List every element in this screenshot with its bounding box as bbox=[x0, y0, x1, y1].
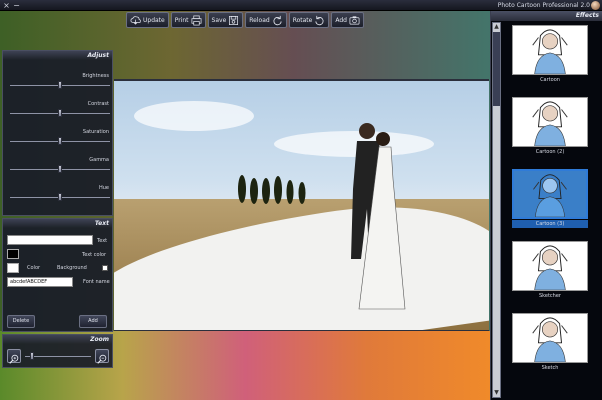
slider-label: Contrast bbox=[87, 101, 109, 107]
slider-contrast: Contrast bbox=[7, 101, 111, 121]
camera-icon bbox=[349, 15, 360, 25]
text-input[interactable] bbox=[7, 235, 93, 245]
minimize-window-button[interactable]: − bbox=[12, 1, 21, 10]
slider-label: Brightness bbox=[82, 73, 109, 79]
effect-thumbnail[interactable]: Cartoon (2) bbox=[512, 97, 588, 156]
slider-thumb[interactable] bbox=[58, 165, 62, 173]
add-text-button[interactable]: Add bbox=[79, 315, 107, 328]
scroll-up-icon[interactable]: ▲ bbox=[493, 23, 500, 31]
slider-track[interactable] bbox=[10, 165, 110, 173]
text-label: Text bbox=[97, 238, 108, 244]
app-window: × − Photo Cartoon Professional 2.0 Updat… bbox=[0, 0, 602, 400]
reload-button[interactable]: Reload bbox=[245, 12, 287, 28]
printer-icon bbox=[191, 15, 201, 25]
slider-thumb[interactable] bbox=[58, 193, 62, 201]
update-button[interactable]: Update bbox=[126, 12, 169, 28]
slider-thumb[interactable] bbox=[58, 137, 62, 145]
effect-thumbnail[interactable]: Sketch bbox=[512, 313, 588, 372]
adjust-panel: Adjust Brightness Contrast Saturation Gamma… bbox=[2, 50, 113, 216]
slider-gamma: Gamma bbox=[7, 157, 111, 177]
rotate-label: Rotate bbox=[292, 16, 313, 24]
add-label: Add bbox=[335, 16, 347, 24]
save-icon bbox=[229, 15, 239, 25]
slider-hue: Hue bbox=[7, 185, 111, 205]
delete-button[interactable]: Delete bbox=[7, 315, 35, 328]
app-title: Photo Cartoon Professional 2.0 bbox=[497, 2, 590, 9]
slider-label: Hue bbox=[98, 185, 109, 191]
slider-thumb[interactable] bbox=[58, 109, 62, 117]
trees bbox=[238, 175, 306, 204]
background-color-swatch[interactable] bbox=[7, 263, 19, 273]
print-label: Print bbox=[174, 16, 189, 24]
slider-brightness: Brightness bbox=[7, 73, 111, 93]
zoom-title: Zoom bbox=[3, 335, 112, 344]
reload-label: Reload bbox=[249, 16, 270, 24]
reload-icon bbox=[273, 15, 282, 25]
rotate-icon bbox=[315, 15, 324, 25]
effects-scrollbar[interactable]: ▲ ▼ bbox=[492, 22, 501, 398]
color-label: Color bbox=[27, 265, 41, 271]
background-label: Background bbox=[57, 265, 87, 271]
adjust-title: Adjust bbox=[3, 51, 112, 60]
slider-label: Saturation bbox=[82, 129, 109, 135]
cloud bbox=[134, 101, 254, 131]
slider-label: Gamma bbox=[89, 157, 109, 163]
effect-label: Cartoon bbox=[540, 77, 560, 83]
effect-preview-image bbox=[512, 97, 588, 147]
effect-preview-image bbox=[512, 313, 588, 363]
effect-label: Sketcher bbox=[539, 293, 561, 299]
slider-track[interactable] bbox=[10, 81, 110, 89]
close-window-button[interactable]: × bbox=[2, 1, 11, 10]
scroll-thumb[interactable] bbox=[493, 32, 500, 106]
font-name-label: Font name bbox=[83, 279, 110, 285]
effect-thumbnail[interactable]: Cartoon (3) bbox=[512, 169, 588, 228]
background-checkbox[interactable] bbox=[102, 265, 108, 271]
slider-thumb[interactable] bbox=[58, 81, 62, 89]
save-button[interactable]: Save bbox=[207, 12, 244, 28]
text-panel-title: Text bbox=[3, 219, 112, 228]
cloud-download-icon bbox=[130, 15, 141, 25]
effect-label: Cartoon (3) bbox=[512, 220, 588, 228]
slider-saturation: Saturation bbox=[7, 129, 111, 149]
font-name-field[interactable]: abcdefABCDEF bbox=[7, 277, 73, 287]
text-color-label: Text color bbox=[82, 252, 107, 258]
title-bar: × − Photo Cartoon Professional 2.0 bbox=[0, 0, 602, 11]
text-color-swatch[interactable] bbox=[7, 249, 19, 259]
scroll-down-icon[interactable]: ▼ bbox=[493, 389, 500, 397]
text-panel: Text Text Text color Color Background ab… bbox=[2, 218, 113, 332]
effect-thumbnail[interactable]: Sketcher bbox=[512, 241, 588, 300]
rotate-button[interactable]: Rotate bbox=[288, 12, 330, 28]
app-logo-icon bbox=[591, 1, 600, 10]
zoom-slider-thumb[interactable] bbox=[29, 352, 34, 360]
effect-preview-image bbox=[512, 241, 588, 291]
effect-label: Cartoon (2) bbox=[535, 149, 565, 155]
effect-thumbnail[interactable]: Cartoon bbox=[512, 25, 588, 84]
print-button[interactable]: Print bbox=[170, 12, 206, 28]
zoom-panel: Zoom bbox=[2, 334, 113, 368]
couple bbox=[351, 123, 406, 310]
slider-track[interactable] bbox=[10, 137, 110, 145]
slider-track[interactable] bbox=[10, 193, 110, 201]
zoom-in-button[interactable] bbox=[7, 349, 21, 364]
update-label: Update bbox=[143, 16, 165, 24]
slider-track[interactable] bbox=[10, 109, 110, 117]
effect-label: Sketch bbox=[541, 365, 559, 371]
zoom-in-icon bbox=[9, 354, 19, 364]
toolbar: Update Print Save Reload Rotate Add bbox=[126, 12, 364, 28]
effect-preview-image bbox=[512, 169, 588, 219]
effect-preview-image bbox=[512, 25, 588, 75]
zoom-slider-track[interactable] bbox=[25, 356, 91, 357]
save-label: Save bbox=[211, 16, 227, 24]
zoom-out-button[interactable] bbox=[95, 349, 109, 364]
photo-canvas[interactable] bbox=[114, 79, 489, 331]
effects-title: Effects bbox=[491, 11, 602, 21]
add-button[interactable]: Add bbox=[331, 12, 364, 28]
zoom-out-icon bbox=[97, 354, 107, 364]
effects-sidebar: Effects ▲ ▼ Cartoon Cartoon (2) Cartoon (3… bbox=[490, 11, 602, 400]
